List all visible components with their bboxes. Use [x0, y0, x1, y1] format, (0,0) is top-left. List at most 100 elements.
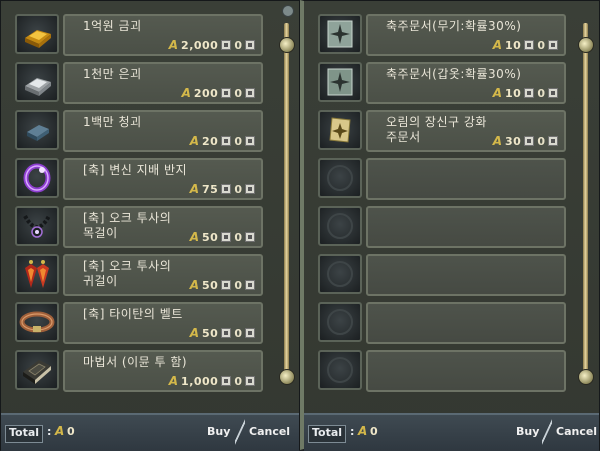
cancel-button[interactable]: Cancel: [249, 425, 290, 438]
shop-slot[interactable]: 1억원 금괴 A 2,000 0: [9, 11, 271, 57]
item-box: [축] 변신 지배 반지 A 75 0: [63, 158, 263, 200]
shop-slot[interactable]: 축주문서(무기:확률30%) A 10 0: [312, 11, 574, 57]
qty-value: 0: [537, 86, 545, 100]
purple-ring-icon: [15, 158, 59, 198]
empty-slot: [312, 347, 574, 393]
qty-value: 0: [537, 134, 545, 148]
qty-increase-button[interactable]: [245, 40, 255, 50]
total-value: 0: [67, 425, 75, 438]
blue-bar-icon: [15, 110, 59, 150]
scroll-track[interactable]: [583, 23, 588, 379]
adena-icon: A: [181, 86, 191, 100]
qty-value: 0: [234, 230, 242, 244]
item-box: 축주문서(무기:확률30%) A 10 0: [366, 14, 566, 56]
item-box: [축] 오크 투사의 목걸이 A 50 0: [63, 206, 263, 248]
price-row: A 50 0: [190, 230, 255, 244]
item-box: [366, 254, 566, 296]
item-name: 축주문서(갑옷:확률30%): [386, 67, 522, 81]
scroll-up-button[interactable]: [279, 37, 295, 53]
adena-icon: A: [492, 38, 503, 52]
buy-button[interactable]: Buy: [207, 425, 230, 438]
qty-decrease-button[interactable]: [221, 376, 232, 386]
qty-increase-button[interactable]: [245, 136, 255, 146]
item-price: 200: [193, 86, 219, 100]
shop-slot[interactable]: 축주문서(갑옷:확률30%) A 10 0: [312, 59, 574, 105]
scroll-track[interactable]: [284, 23, 289, 379]
item-box: [축] 타이탄의 벨트 A 50 0: [63, 302, 263, 344]
item-price: 10: [505, 38, 522, 52]
adena-icon: A: [189, 326, 200, 340]
necklace-icon: [15, 206, 59, 246]
shop-slot[interactable]: 1천만 은괴 A 200 0: [9, 59, 271, 105]
qty-value: 0: [234, 374, 242, 388]
empty-slot: [312, 155, 574, 201]
shop-slot[interactable]: [축] 오크 투사의 귀걸이 A 50 0: [9, 251, 271, 297]
qty-increase-button[interactable]: [245, 280, 255, 290]
buy-button[interactable]: Buy: [516, 425, 539, 438]
shop-slot[interactable]: 오림의 장신구 강화 주문서 A 30 0: [312, 107, 574, 153]
qty-increase-button[interactable]: [548, 136, 558, 146]
weapon-scroll-icon: [318, 14, 362, 54]
shop-slot[interactable]: [축] 변신 지배 반지 A 75 0: [9, 155, 271, 201]
qty-decrease-button[interactable]: [221, 232, 232, 242]
scroll-down-button[interactable]: [578, 369, 594, 385]
qty-value: 0: [234, 86, 242, 100]
belt-icon: [15, 302, 59, 342]
qty-decrease-button[interactable]: [221, 136, 232, 146]
qty-decrease-button[interactable]: [524, 136, 535, 146]
item-name: 마법서 (이뮨 투 함): [83, 355, 188, 369]
qty-increase-button[interactable]: [548, 88, 558, 98]
empty-slot: [312, 251, 574, 297]
empty-slot-icon: [318, 350, 362, 390]
price-row: A 20 0: [190, 134, 255, 148]
qty-increase-button[interactable]: [245, 88, 255, 98]
qty-increase-button[interactable]: [245, 184, 255, 194]
qty-decrease-button[interactable]: [221, 328, 232, 338]
adena-icon: A: [189, 134, 200, 148]
qty-decrease-button[interactable]: [524, 40, 535, 50]
shop-panel-left: 1억원 금괴 A 2,000 0 1천만 은괴 A 200 0 1백만 청괴 A…: [0, 0, 300, 451]
qty-decrease-button[interactable]: [524, 88, 535, 98]
scrollbar[interactable]: [576, 11, 594, 391]
price-row: A 10 0: [493, 38, 558, 52]
adena-icon: A: [358, 424, 368, 438]
item-box: [366, 302, 566, 344]
qty-decrease-button[interactable]: [221, 280, 232, 290]
qty-value: 0: [234, 326, 242, 340]
qty-increase-button[interactable]: [245, 232, 255, 242]
qty-increase-button[interactable]: [245, 328, 255, 338]
adena-icon: A: [189, 278, 200, 292]
qty-increase-button[interactable]: [548, 40, 558, 50]
price-row: A 2,000 0: [169, 38, 255, 52]
item-price: 50: [202, 278, 219, 292]
qty-decrease-button[interactable]: [221, 184, 232, 194]
price-row: A 10 0: [493, 86, 558, 100]
scroll-down-button[interactable]: [279, 369, 295, 385]
item-name: 1백만 청괴: [83, 115, 142, 129]
shop-slot[interactable]: 마법서 (이뮨 투 함) A 1,000 0: [9, 347, 271, 393]
shop-slot[interactable]: [축] 오크 투사의 목걸이 A 50 0: [9, 203, 271, 249]
scrollbar[interactable]: [277, 11, 295, 391]
item-box: 1천만 은괴 A 200 0: [63, 62, 263, 104]
shop-slot[interactable]: [축] 타이탄의 벨트 A 50 0: [9, 299, 271, 345]
item-price: 20: [202, 134, 219, 148]
qty-value: 0: [234, 278, 242, 292]
total-label: Total: [308, 425, 347, 443]
item-box: [366, 158, 566, 200]
item-price: 2,000: [181, 38, 219, 52]
qty-decrease-button[interactable]: [221, 88, 232, 98]
scroll-up-button[interactable]: [578, 37, 594, 53]
adena-icon: A: [55, 424, 65, 438]
shop-slot[interactable]: 1백만 청괴 A 20 0: [9, 107, 271, 153]
item-price: 1,000: [181, 374, 219, 388]
adena-icon: A: [492, 86, 503, 100]
gold-bar-icon: [15, 14, 59, 54]
qty-decrease-button[interactable]: [221, 40, 232, 50]
adena-icon: A: [168, 374, 179, 388]
qty-increase-button[interactable]: [245, 376, 255, 386]
cancel-button[interactable]: Cancel: [556, 425, 597, 438]
empty-slot: [312, 299, 574, 345]
item-box: 1억원 금괴 A 2,000 0: [63, 14, 263, 56]
armor-scroll-icon: [318, 62, 362, 102]
item-box: 마법서 (이뮨 투 함) A 1,000 0: [63, 350, 263, 392]
